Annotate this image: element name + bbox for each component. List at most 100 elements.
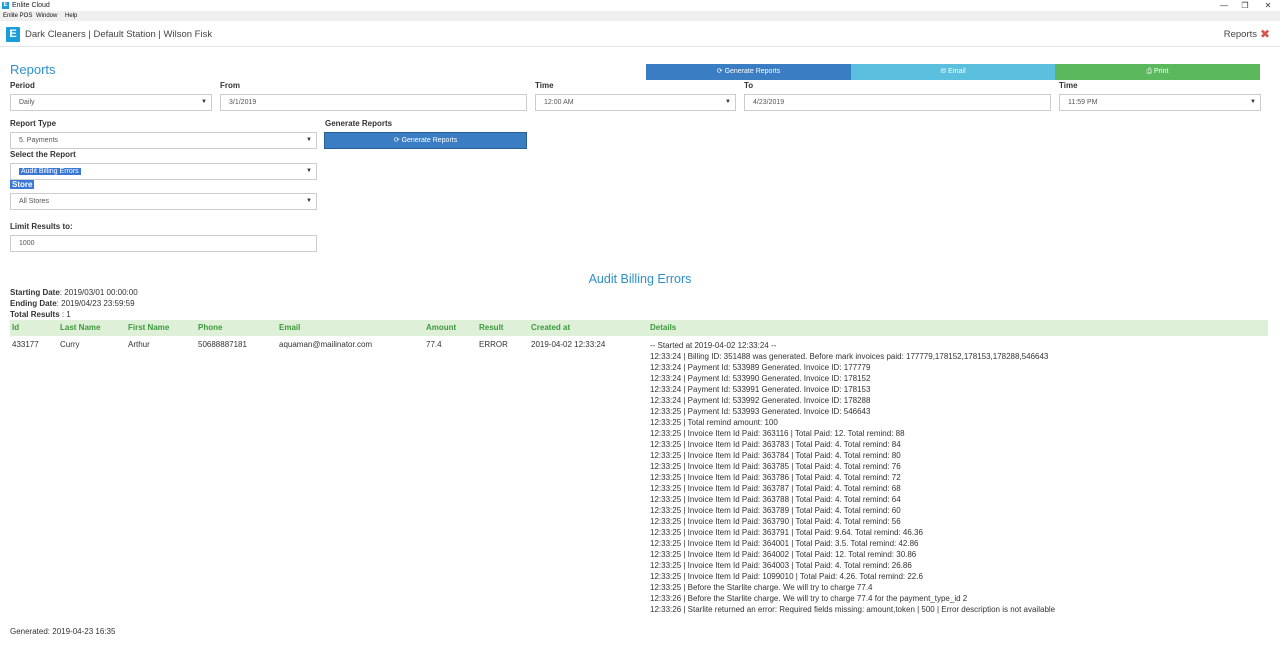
chevron-down-icon: ▼ [201, 99, 207, 105]
detail-line: 12:33:25 | Invoice Item Id Paid: 363787 … [650, 484, 901, 493]
period-select[interactable]: Daily ▼ [10, 94, 212, 111]
chevron-down-icon: ▼ [306, 198, 312, 204]
generate-reports-button[interactable]: ⟳ Generate Reports [646, 64, 851, 80]
time-to-select[interactable]: 11:59 PM ▼ [1059, 94, 1261, 111]
window-title: Enlite Cloud [12, 2, 50, 9]
col-details: Details [650, 323, 677, 332]
col-first-name: First Name [128, 323, 170, 332]
time-to-label: Time [1059, 81, 1078, 90]
window-close-button[interactable]: ✕ [1256, 0, 1280, 11]
to-date-value: 4/23/2019 [753, 99, 785, 106]
chevron-down-icon: ▼ [1250, 99, 1256, 105]
reports-link[interactable]: Reports [1224, 29, 1257, 40]
detail-line: 12:33:25 | Invoice Item Id Paid: 363791 … [650, 528, 923, 537]
cell-phone: 50688887181 [198, 340, 247, 349]
detail-line: 12:33:26 | Starlite returned an error: R… [650, 605, 1056, 614]
total-results: Total Results : 1 [10, 310, 71, 319]
col-last-name: Last Name [60, 323, 101, 332]
detail-line: 12:33:25 | Invoice Item Id Paid: 363790 … [650, 517, 901, 526]
report-type-label: Report Type [10, 119, 57, 128]
col-email: Email [279, 323, 301, 332]
chevron-down-icon: ▼ [306, 137, 312, 143]
print-button[interactable]: ⎙ Print [1055, 64, 1260, 80]
chevron-down-icon: ▼ [725, 99, 731, 105]
limit-value: 1000 [19, 240, 35, 247]
detail-line: 12:33:26 | Before the Starlite charge. W… [650, 594, 968, 603]
detail-line: 12:33:25 | Total remind amount: 100 [650, 418, 778, 427]
col-phone: Phone [198, 323, 223, 332]
generate-reports-form-button[interactable]: ⟳ Generate Reports [324, 132, 527, 149]
detail-line: 12:33:24 | Billing ID: 351488 was genera… [650, 352, 1049, 361]
col-id: Id [12, 323, 20, 332]
col-result: Result [479, 323, 504, 332]
detail-line: 12:33:25 | Invoice Item Id Paid: 364003 … [650, 561, 912, 570]
select-report-value: Audit Billing Errors [19, 168, 81, 175]
store-value: All Stores [19, 198, 49, 205]
detail-line: 12:33:25 | Before the Starlite charge. W… [650, 583, 873, 592]
detail-line: 12:33:24 | Payment Id: 533990 Generated.… [650, 374, 871, 383]
maximize-button[interactable]: ❐ [1233, 0, 1257, 11]
cell-created-at: 2019-04-02 12:33:24 [531, 340, 606, 349]
ending-date: Ending Date: 2019/04/23 23:59:59 [10, 299, 135, 308]
detail-line: 12:33:25 | Invoice Item Id Paid: 363789 … [650, 506, 901, 515]
chevron-down-icon: ▼ [306, 168, 312, 174]
time-from-label: Time [535, 81, 554, 90]
detail-line: 12:33:25 | Invoice Item Id Paid: 1099010… [650, 572, 923, 581]
time-from-select[interactable]: 12:00 AM ▼ [535, 94, 736, 111]
action-bar: ⟳ Generate Reports ✉ Email ⎙ Print [646, 64, 1260, 80]
menu-window[interactable]: Window [36, 13, 57, 19]
report-type-value: 5. Payments [19, 137, 58, 144]
cell-last-name: Curry [60, 340, 80, 349]
period-label: Period [10, 81, 35, 90]
to-date-input[interactable]: 4/23/2019 [744, 94, 1051, 111]
from-date-input[interactable]: 3/1/2019 [220, 94, 527, 111]
detail-line: 12:33:25 | Invoice Item Id Paid: 363788 … [650, 495, 901, 504]
limit-input[interactable]: 1000 [10, 235, 317, 252]
window-titlebar: E Enlite Cloud — ❐ ✕ [0, 0, 1280, 11]
close-icon[interactable]: ✖ [1260, 27, 1270, 41]
report-title: Audit Billing Errors [588, 272, 692, 286]
detail-line: 12:33:24 | Payment Id: 533992 Generated.… [650, 396, 871, 405]
select-report-select[interactable]: Audit Billing Errors ▼ [10, 163, 317, 180]
select-report-label: Select the Report [10, 150, 76, 159]
email-button[interactable]: ✉ Email [851, 64, 1055, 80]
to-label: To [744, 81, 754, 90]
cell-first-name: Arthur [128, 340, 150, 349]
detail-line: 12:33:25 | Invoice Item Id Paid: 363785 … [650, 462, 901, 471]
cell-id: 433177 [12, 340, 39, 349]
detail-line: 12:33:25 | Invoice Item Id Paid: 363786 … [650, 473, 901, 482]
detail-line: -- Started at 2019-04-02 12:33:24 -- [650, 341, 777, 350]
detail-line: 12:33:25 | Invoice Item Id Paid: 364001 … [650, 539, 919, 548]
table-header: Id Last Name First Name Phone Email Amou… [10, 320, 1268, 336]
store-label: Store [10, 180, 35, 189]
store-select[interactable]: All Stores ▼ [10, 193, 317, 210]
time-from-value: 12:00 AM [544, 99, 574, 106]
station-info: Dark Cleaners | Default Station | Wilson… [25, 29, 213, 40]
cell-result: ERROR [479, 340, 508, 349]
from-label: From [220, 81, 240, 90]
detail-line: 12:33:24 | Payment Id: 533991 Generated.… [650, 385, 871, 394]
page-title: Reports [10, 62, 56, 77]
limit-label: Limit Results to: [10, 222, 73, 231]
detail-line: 12:33:25 | Invoice Item Id Paid: 363116 … [650, 429, 905, 438]
period-value: Daily [19, 99, 35, 106]
detail-line: 12:33:25 | Payment Id: 533993 Generated.… [650, 407, 871, 416]
menu-help[interactable]: Help [65, 13, 77, 19]
detail-line: 12:33:24 | Payment Id: 533989 Generated.… [650, 363, 871, 372]
logo: E [6, 27, 20, 42]
menu-bar: Enlite POS Window Help [0, 11, 1280, 21]
detail-line: 12:33:25 | Invoice Item Id Paid: 364002 … [650, 550, 917, 559]
col-created-at: Created at [531, 323, 571, 332]
from-date-value: 3/1/2019 [229, 99, 257, 106]
report-type-select[interactable]: 5. Payments ▼ [10, 132, 317, 149]
app-header: E Dark Cleaners | Default Station | Wils… [0, 21, 1280, 47]
menu-enlite-pos[interactable]: Enlite POS [3, 13, 32, 19]
col-amount: Amount [426, 323, 457, 332]
generated-timestamp: Generated: 2019-04-23 16:35 [10, 627, 116, 636]
cell-email: aquaman@mailinator.com [279, 340, 373, 349]
detail-line: 12:33:25 | Invoice Item Id Paid: 363783 … [650, 440, 901, 449]
detail-line: 12:33:25 | Invoice Item Id Paid: 363784 … [650, 451, 901, 460]
time-to-value: 11:59 PM [1068, 99, 1098, 106]
app-icon: E [2, 2, 9, 9]
cell-amount: 77.4 [426, 340, 442, 349]
